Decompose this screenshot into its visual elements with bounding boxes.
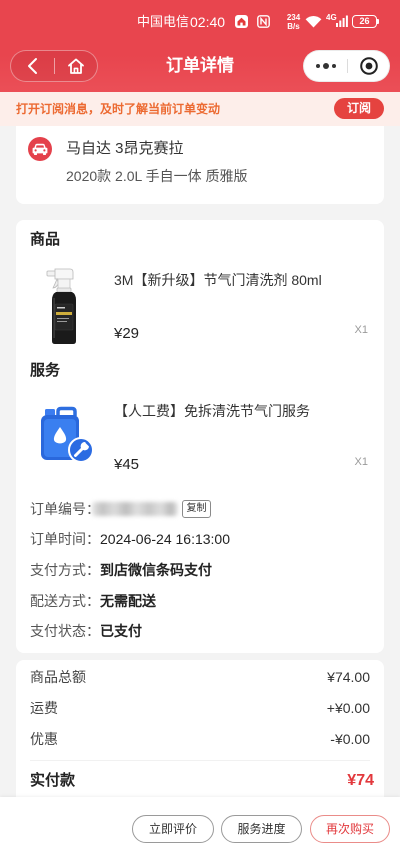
home-button[interactable] — [55, 51, 97, 81]
payment-status-label: 支付状态： — [30, 623, 100, 639]
close-miniprogram-button[interactable] — [348, 51, 389, 81]
discount-row: 优惠 -¥0.00 — [30, 729, 370, 749]
services-heading: 服务 — [30, 362, 61, 379]
order-number-label: 订单编号： — [30, 501, 100, 517]
signal-icon — [336, 15, 348, 27]
goods-item-qty: X1 — [354, 324, 368, 336]
nav-pill — [10, 50, 98, 82]
amount-paid-row: 实付款 ¥74 — [30, 771, 374, 791]
subscribe-button[interactable]: 订阅 — [334, 98, 384, 119]
subtotal-value: ¥74.00 — [327, 669, 370, 685]
service-item-qty: X1 — [354, 456, 368, 468]
more-dots-icon — [315, 62, 337, 70]
bottom-action-bar: 立即评价 服务进度 再次购买 — [0, 797, 400, 860]
goods-item-name: 3M【新升级】节气门清洗剂 80ml — [114, 272, 322, 288]
goods-heading: 商品 — [30, 231, 61, 248]
order-number-blurred — [92, 502, 178, 516]
order-number-row: 订单编号： 复制 — [30, 499, 370, 519]
wifi-icon — [305, 15, 322, 28]
amount-paid-value: ¥74 — [347, 772, 374, 789]
vehicle-card: 马自达 3昂克赛拉 2020款 2.0L 手自一体 质雅版 — [16, 126, 384, 204]
payment-method-value: 到店微信条码支付 — [100, 562, 212, 578]
battery-icon: 26 — [352, 15, 377, 28]
page-title: 订单详情 — [166, 56, 234, 75]
payment-method-row: 支付方式：到店微信条码支付 — [30, 560, 370, 580]
app-header: 中国电信 02:40 234 B/s 4G 26 订单详情 — [0, 0, 400, 92]
buy-again-button[interactable]: 再次购买 — [310, 815, 390, 843]
app-notification-icon — [235, 15, 248, 28]
order-time-row: 订单时间：2024-06-24 16:13:00 — [30, 529, 370, 549]
service-item-name: 【人工费】免拆清洗节气门服务 — [114, 403, 310, 419]
payment-method-label: 支付方式： — [30, 562, 100, 578]
nfc-icon — [257, 15, 270, 28]
network-speed-unit: B/s — [287, 22, 300, 31]
miniprogram-capsule — [303, 50, 390, 82]
totals-divider — [30, 760, 370, 761]
shipping-label: 运费 — [30, 700, 58, 716]
fluid-can-service-image — [38, 404, 94, 464]
discount-label: 优惠 — [30, 731, 58, 747]
payment-status-row: 支付状态：已支付 — [30, 621, 370, 641]
clock: 02:40 — [190, 14, 226, 30]
subtotal-row: 商品总额 ¥74.00 — [30, 667, 370, 687]
battery-level: 26 — [359, 16, 370, 26]
goods-item-price: ¥29 — [114, 325, 140, 342]
copy-order-number-button[interactable]: 复制 — [182, 500, 211, 518]
delivery-method-row: 配送方式：无需配送 — [30, 591, 370, 611]
subscribe-banner: 打开订阅消息，及时了解当前订单变动 订阅 — [0, 92, 400, 126]
chevron-left-icon — [27, 57, 38, 75]
shipping-value: +¥0.00 — [326, 700, 370, 716]
goods-item[interactable]: 3M【新升级】节气门清洗剂 80ml ¥29 X1 — [16, 266, 384, 348]
shipping-row: 运费 +¥0.00 — [30, 698, 370, 718]
delivery-method-value: 无需配送 — [100, 593, 156, 609]
car-icon — [28, 137, 52, 161]
spray-bottle-product-image — [44, 266, 80, 346]
vehicle-name: 马自达 3昂克赛拉 — [66, 140, 184, 157]
carrier-name: 中国电信 — [137, 14, 190, 29]
totals-card: 商品总额 ¥74.00 运费 +¥0.00 优惠 -¥0.00 实付款 ¥74 — [16, 660, 384, 820]
service-item[interactable]: 【人工费】免拆清洗节气门服务 ¥45 X1 — [16, 401, 384, 473]
discount-value: -¥0.00 — [330, 731, 370, 747]
vehicle-spec: 2020款 2.0L 手自一体 质雅版 — [66, 168, 248, 184]
order-items-card: 商品 3M【新升级】节气门清洗剂 80ml ¥29 X1 服务 【人工费】免拆清… — [16, 220, 384, 653]
order-time-label: 订单时间： — [30, 531, 100, 547]
battery-nub — [377, 19, 379, 24]
back-button[interactable] — [11, 51, 54, 81]
order-detail-screen: 中国电信 02:40 234 B/s 4G 26 订单详情 打开订阅消息，及时了… — [0, 0, 400, 860]
delivery-method-label: 配送方式： — [30, 593, 100, 609]
service-progress-button[interactable]: 服务进度 — [221, 815, 302, 843]
home-icon — [67, 57, 85, 75]
more-button[interactable] — [304, 51, 347, 81]
review-button[interactable]: 立即评价 — [132, 815, 214, 843]
network-speed: 234 B/s — [284, 13, 303, 31]
service-item-price: ¥45 — [114, 456, 140, 473]
amount-paid-label: 实付款 — [30, 772, 76, 789]
network-speed-value: 234 — [286, 13, 301, 22]
payment-status-value: 已支付 — [100, 623, 142, 639]
order-time-value: 2024-06-24 16:13:00 — [100, 531, 230, 547]
target-circle-icon — [359, 56, 379, 76]
subscribe-banner-text: 打开订阅消息，及时了解当前订单变动 — [16, 102, 221, 116]
subtotal-label: 商品总额 — [30, 669, 86, 685]
